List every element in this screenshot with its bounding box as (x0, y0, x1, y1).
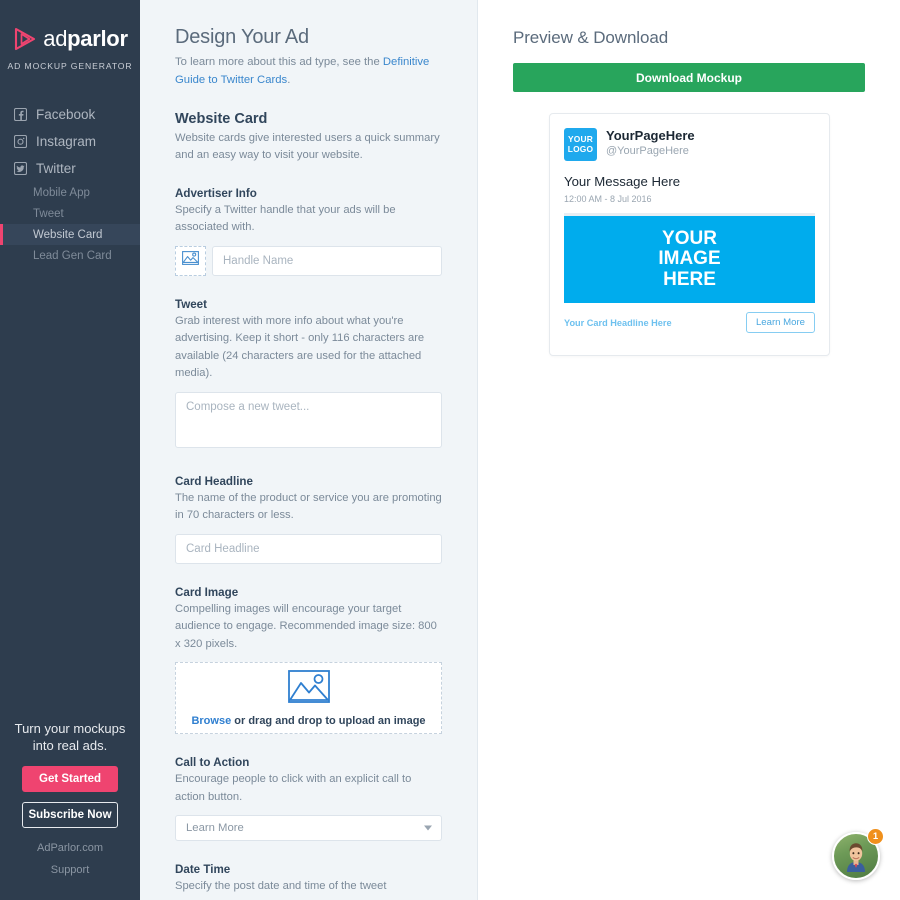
advertiser-info-row (175, 245, 442, 276)
card-headline-label: Card Headline (175, 474, 253, 488)
call-to-action-selected-value: Learn More (186, 822, 244, 835)
sidebar-item-label: Twitter (36, 161, 76, 176)
profile-logo: YOUR LOGO (564, 128, 597, 161)
tweet-textarea[interactable] (175, 391, 442, 448)
app-root: adparlor AD MOCKUP GENERATOR Facebook In… (0, 0, 900, 900)
instagram-icon (13, 134, 28, 149)
sidebar-promo: Turn your mockups into real ads. Get Sta… (0, 720, 140, 900)
image-placeholder-icon (287, 669, 330, 708)
call-to-action-select[interactable]: Learn More (175, 815, 442, 842)
get-started-button[interactable]: Get Started (22, 766, 118, 792)
image-upload-icon (182, 251, 199, 270)
sidebar-item-twitter[interactable]: Twitter (0, 155, 140, 182)
card-type-description: Website cards give interested users a qu… (175, 132, 440, 162)
card-image-line-2: IMAGE (658, 248, 721, 270)
promo-line-1: Turn your mockups (14, 720, 126, 736)
download-mockup-button[interactable]: Download Mockup (513, 63, 865, 92)
preview-panel: Preview & Download Download Mockup YOUR … (478, 0, 900, 900)
intro-suffix: . (287, 73, 291, 86)
chat-unread-badge: 1 (867, 828, 884, 845)
sidebar-item-facebook[interactable]: Facebook (0, 101, 140, 128)
advertiser-info-label: Advertiser Info (175, 186, 257, 200)
card-image-label: Card Image (175, 585, 239, 599)
twitter-card-preview: YOUR LOGO YourPageHere @YourPageHere You… (549, 113, 830, 356)
sidebar-item-label: Facebook (36, 107, 96, 122)
sidebar: adparlor AD MOCKUP GENERATOR Facebook In… (0, 0, 140, 900)
sidebar-subitem-tweet[interactable]: Tweet (0, 203, 140, 224)
sidebar-nav: Facebook Instagram Twitter Mobile App Tw… (0, 101, 140, 266)
sidebar-item-label: Instagram (36, 134, 97, 149)
sidebar-subitem-label: Website Card (33, 228, 103, 241)
sidebar-subitem-label: Mobile App (33, 186, 90, 199)
card-footer: Your Card Headline Here Learn More (564, 312, 815, 333)
call-to-action-hint: Encourage people to click with an explic… (175, 773, 412, 803)
call-to-action-select-wrap: Learn More (175, 815, 442, 842)
drop-hint: or drag and drop to upload an image (231, 714, 426, 727)
sidebar-subitem-label: Tweet (33, 207, 64, 220)
sidebar-subitem-label: Lead Gen Card (33, 249, 112, 262)
card-headline-preview: Your Card Headline Here (564, 317, 672, 328)
brand-word-parlor: parlor (67, 26, 128, 51)
promo-line-2: into real ads. (32, 737, 108, 753)
page-name: YourPageHere (606, 128, 695, 143)
twitter-icon (13, 161, 28, 176)
page-title: Design Your Ad (175, 26, 309, 48)
tweet-message: Your Message Here (564, 174, 681, 189)
tweet-label: Tweet (175, 297, 207, 311)
card-image-dropzone[interactable]: Browse or drag and drop to upload an ima… (175, 662, 442, 735)
sidebar-subitem-lead-gen-card[interactable]: Lead Gen Card (0, 245, 140, 266)
advertiser-info-hint: Specify a Twitter handle that your ads w… (175, 203, 396, 234)
browse-link[interactable]: Browse (191, 715, 231, 727)
sidebar-subitem-website-card[interactable]: Website Card (0, 224, 140, 245)
call-to-action-label: Call to Action (175, 756, 250, 770)
sidebar-item-instagram[interactable]: Instagram (0, 128, 140, 155)
dropzone-text: Browse or drag and drop to upload an ima… (191, 715, 425, 727)
date-time-label: Date Time (175, 863, 231, 877)
card-image-line-3: HERE (663, 268, 716, 290)
date-time-hint: Specify the post date and time of the tw… (175, 880, 387, 893)
card-headline-input[interactable] (175, 533, 442, 564)
twitter-card-header: YOUR LOGO YourPageHere @YourPageHere (564, 128, 815, 161)
intro-prefix: To learn more about this ad type, see th… (175, 56, 383, 68)
card-image-hint: Compelling images will encourage your ta… (175, 602, 437, 650)
learn-more-button[interactable]: Learn More (745, 312, 815, 333)
chevron-down-icon (424, 825, 432, 831)
intro-paragraph: To learn more about this ad type, see th… (175, 54, 442, 89)
adparlor-play-icon (12, 26, 38, 52)
card-type-title: Website Card (175, 111, 268, 127)
tweet-hint: Grab interest with more info about what … (175, 314, 425, 380)
handle-name-input[interactable] (212, 245, 442, 276)
facebook-icon (13, 107, 28, 122)
tweet-timestamp: 12:00 AM - 8 Jul 2016 (564, 194, 652, 204)
brand-tagline: AD MOCKUP GENERATOR (7, 61, 133, 71)
card-image-line-1: YOUR (662, 227, 717, 249)
support-chat-widget[interactable]: 1 (832, 828, 884, 880)
brand-word-ad: ad (43, 26, 68, 51)
adparlor-site-link[interactable]: AdParlor.com (14, 842, 126, 854)
card-headline-hint: The name of the product or service you a… (175, 491, 442, 522)
page-handle: @YourPageHere (606, 145, 689, 158)
brand-logo[interactable]: adparlor AD MOCKUP GENERATOR (0, 0, 140, 72)
preview-title: Preview & Download (513, 28, 669, 47)
avatar-upload-dropzone[interactable] (175, 245, 206, 276)
support-link[interactable]: Support (14, 864, 126, 876)
card-image-preview: YOUR IMAGE HERE (564, 213, 815, 303)
subscribe-now-button[interactable]: Subscribe Now (22, 802, 118, 828)
brand-wordmark: adparlor (43, 26, 128, 51)
design-form-panel: Design Your Ad To learn more about this … (140, 0, 478, 900)
promo-text: Turn your mockups into real ads. (14, 720, 126, 754)
sidebar-subitem-mobile-app[interactable]: Mobile App (0, 182, 140, 203)
support-agent-face (847, 843, 865, 872)
logo-line-2: LOGO (567, 143, 594, 154)
profile-names: YourPageHere @YourPageHere (606, 128, 695, 159)
